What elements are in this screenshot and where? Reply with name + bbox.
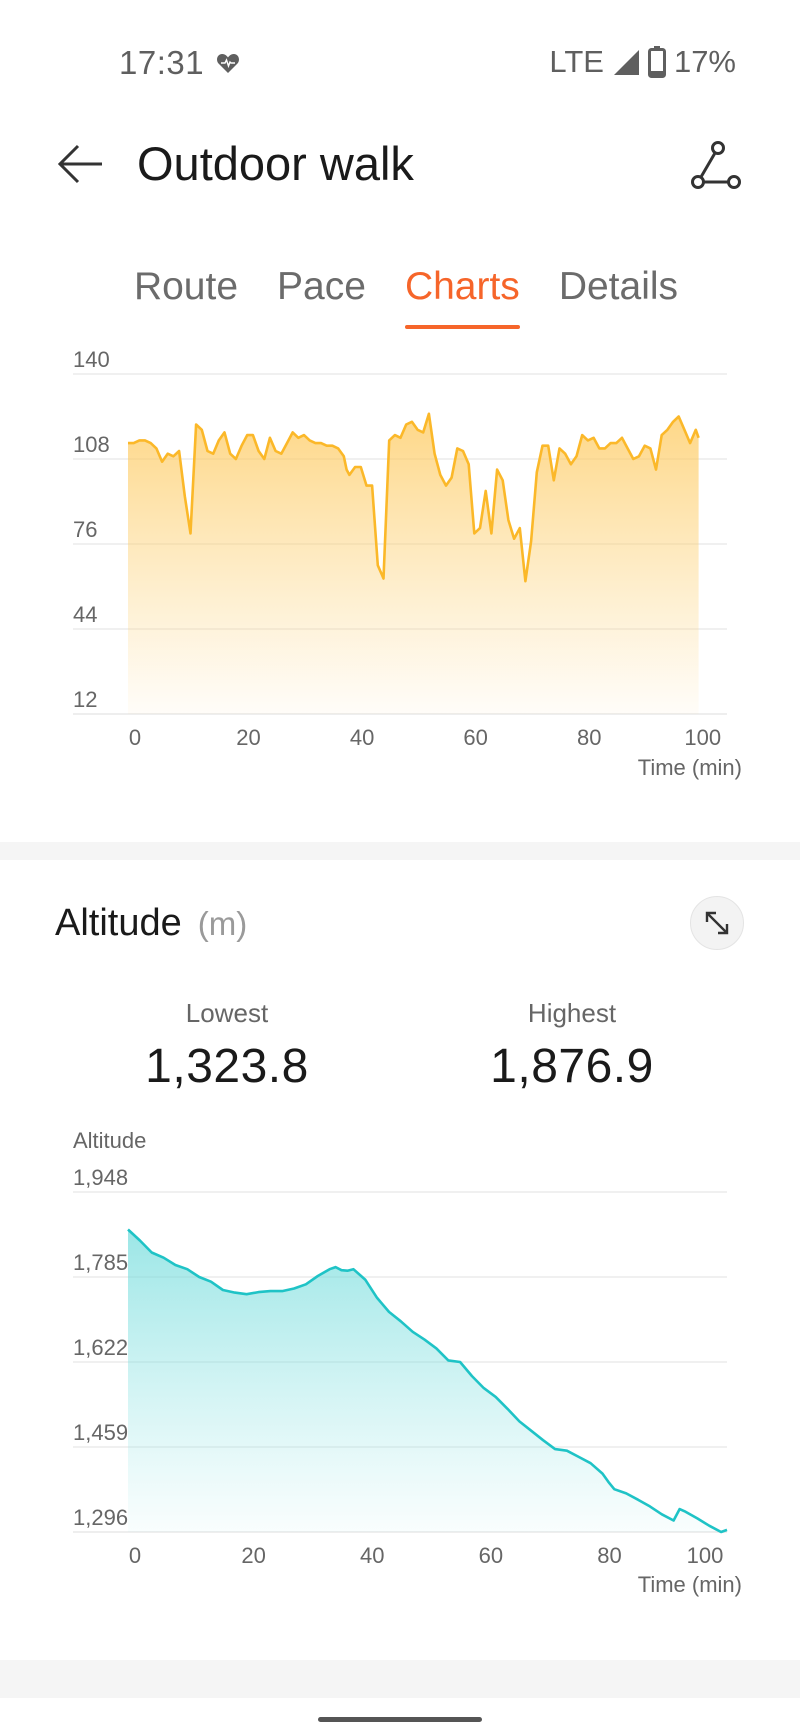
y-tick-label: 76 (73, 517, 97, 542)
network-type: LTE (549, 44, 604, 79)
y-tick-label: 1,296 (73, 1505, 128, 1530)
tab-details[interactable]: Details (559, 265, 678, 335)
altitude-title: Altitude (m) (55, 902, 247, 945)
arrow-left-icon[interactable] (56, 138, 108, 190)
section-divider (0, 842, 800, 860)
highest-value: 1,876.9 (490, 1040, 654, 1093)
x-tick-label: 100 (684, 725, 721, 750)
lowest-label: Lowest (185, 998, 269, 1028)
page-title: Outdoor walk (137, 137, 414, 190)
y-tick-label: 1,785 (73, 1250, 128, 1275)
status-bar: 17:31 LTE 17% (0, 0, 800, 110)
expand-button[interactable] (690, 896, 744, 950)
altitude-chart: Altitude 1,948 1,785 1,622 1,459 1,296 0 20 40… (73, 1128, 742, 1597)
section-divider (0, 1660, 800, 1698)
lowest-value: 1,323.8 (145, 1040, 309, 1093)
y-tick-label: 108 (73, 432, 110, 457)
battery-percent: 17% (673, 44, 736, 79)
x-tick-label: 0 (129, 725, 141, 750)
tab-bar: Route Pace Charts Details (0, 265, 800, 335)
battery-icon (647, 46, 666, 78)
x-tick-label: 0 (129, 1543, 141, 1568)
x-tick-label: 20 (241, 1543, 265, 1568)
x-tick-label: 40 (360, 1543, 384, 1568)
highest-label: Highest (527, 998, 617, 1028)
y-tick-label: 1,948 (73, 1165, 128, 1190)
tab-route[interactable]: Route (134, 265, 238, 335)
altitude-area (128, 1229, 727, 1532)
y-tick-label: 1,622 (73, 1335, 128, 1360)
expand-icon (705, 911, 729, 935)
y-tick-label: 12 (73, 687, 97, 712)
status-indicators: LTE 17% (549, 44, 736, 80)
x-axis-label: Time (min) (638, 755, 742, 780)
x-tick-label: 80 (577, 725, 601, 750)
y-axis-label: Altitude (73, 1128, 146, 1153)
x-tick-label: 100 (687, 1543, 724, 1568)
heart-pulse-icon (217, 54, 239, 73)
y-tick-label: 44 (73, 602, 97, 627)
tab-pace[interactable]: Pace (277, 265, 366, 335)
x-tick-label: 40 (350, 725, 374, 750)
route-icon[interactable] (688, 138, 744, 194)
altitude-title-text: Altitude (55, 902, 182, 944)
x-tick-label: 60 (463, 725, 487, 750)
altitude-unit: (m) (197, 905, 248, 942)
app-bar: Outdoor walk (0, 130, 800, 200)
lowest-stat: Lowest 1,323.8 (77, 998, 377, 1094)
home-indicator[interactable] (318, 1717, 482, 1722)
x-axis-label: Time (min) (638, 1572, 742, 1597)
y-tick-label: 1,459 (73, 1420, 128, 1445)
status-time: 17:31 (119, 44, 205, 81)
heart-rate-chart: 140 108 76 44 12 0 20 40 60 80 100 Time (min) (73, 347, 742, 780)
heart-rate-area (128, 413, 699, 714)
y-tick-label: 140 (73, 347, 110, 372)
x-tick-label: 80 (597, 1543, 621, 1568)
signal-icon (613, 50, 639, 75)
highest-stat: Highest 1,876.9 (422, 998, 722, 1094)
tab-charts[interactable]: Charts (404, 265, 520, 335)
x-tick-label: 20 (236, 725, 260, 750)
x-tick-label: 60 (479, 1543, 503, 1568)
